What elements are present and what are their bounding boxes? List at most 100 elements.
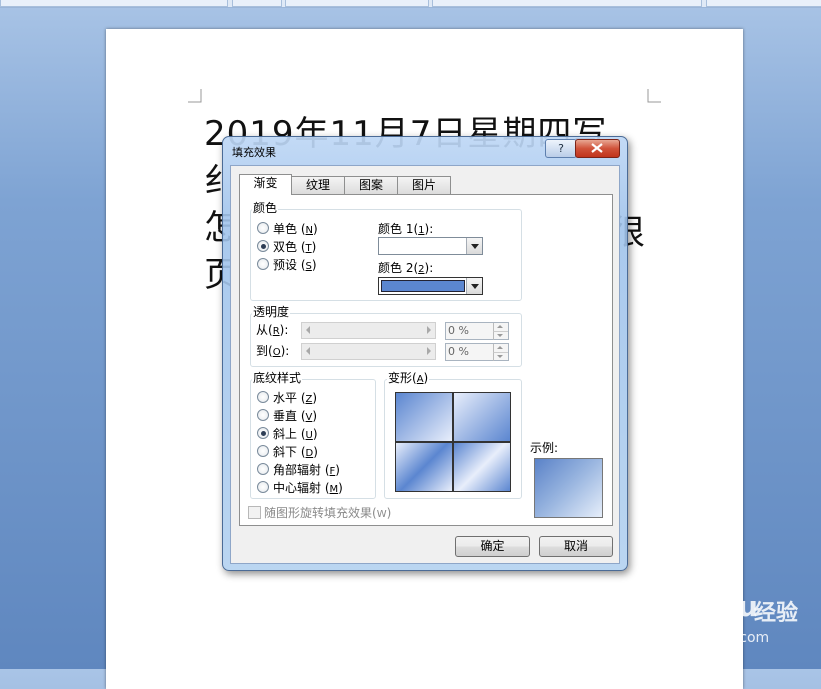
radio-dot: [257, 258, 269, 270]
shortcut-key: 2: [418, 264, 425, 275]
transparency-group-label: 透明度: [252, 303, 291, 320]
dialog-titlebar[interactable]: 填充效果 ?: [223, 137, 627, 163]
variant-1[interactable]: [395, 392, 453, 442]
color1-label-text: 颜色 1: [378, 222, 414, 236]
radio-label: 单色: [273, 222, 298, 236]
ribbon-group[interactable]: [0, 0, 228, 7]
to-label: 到(O):: [256, 344, 290, 358]
spin-down-icon[interactable]: [493, 331, 508, 340]
radio-dot: [257, 481, 269, 493]
color1-dropdown[interactable]: [378, 237, 483, 255]
ribbon-group[interactable]: [432, 0, 702, 7]
paw-icon: [690, 592, 713, 616]
color1-label: 颜色 1(1):: [378, 222, 434, 236]
shortcut-key: N: [305, 225, 313, 236]
crop-mark-top-left: [188, 89, 202, 103]
rotate-label-text: 随图形旋转填充效果: [264, 506, 373, 520]
spin-down-icon[interactable]: [493, 352, 508, 361]
watermark-brand-2: du: [718, 590, 758, 623]
cancel-button[interactable]: 取消: [539, 536, 613, 557]
radio-dot: [257, 445, 269, 457]
radio-label: 斜上: [273, 427, 298, 441]
ribbon-group[interactable]: [706, 0, 821, 7]
shortcut-key: 1: [418, 225, 425, 236]
color2-label: 颜色 2(2):: [378, 261, 434, 275]
shortcut-key: F: [329, 466, 336, 477]
tab-pattern[interactable]: 图案: [344, 176, 398, 194]
to-value: 0 %: [448, 345, 469, 358]
watermark-url: jingyan.baidu.com: [640, 630, 770, 646]
variant-2[interactable]: [453, 392, 511, 442]
to-spinner[interactable]: 0 %: [445, 343, 509, 361]
to-slider[interactable]: [301, 343, 436, 360]
from-spinner[interactable]: 0 %: [445, 322, 509, 340]
radio-label: 垂直: [273, 409, 298, 423]
baidu-watermark: Bai du 经验 jingyan.baidu.com: [630, 580, 810, 650]
radio-label: 预设: [273, 258, 298, 272]
radio-dot: [257, 391, 269, 403]
ribbon-group[interactable]: [285, 0, 429, 7]
arrow-right-icon[interactable]: [427, 347, 431, 355]
sample-preview: [534, 458, 603, 518]
radio-label: 水平: [273, 391, 298, 405]
close-button[interactable]: [575, 139, 620, 158]
close-icon: [591, 143, 603, 153]
watermark-brand: Bai: [630, 590, 680, 623]
shortcut-key: T: [305, 243, 312, 254]
radio-dot: [257, 409, 269, 421]
dialog-title: 填充效果: [232, 146, 276, 159]
variant-3[interactable]: [395, 442, 453, 492]
radio-dot: [257, 240, 269, 252]
tab-gradient[interactable]: 渐变: [239, 174, 292, 195]
shortcut-key: A: [416, 374, 424, 385]
from-slider[interactable]: [301, 322, 436, 339]
rotate-with-shape-label: 随图形旋转填充效果(W): [264, 506, 392, 520]
arrow-left-icon[interactable]: [306, 347, 310, 355]
shortcut-key: D: [305, 448, 314, 459]
tab-picture[interactable]: 图片: [397, 176, 451, 194]
shortcut-key: U: [305, 430, 313, 441]
ribbon-group[interactable]: [232, 0, 282, 7]
color2-dropdown[interactable]: [378, 277, 483, 295]
radio-label: 双色: [273, 240, 298, 254]
radio-label: 斜下: [273, 445, 298, 459]
dialog-client: 渐变 纹理 图案 图片 颜色 单色 (N) 双色 (T) 预设 (S) 颜色 1…: [230, 165, 620, 564]
sample-label: 示例:: [530, 441, 559, 455]
gradient-panel: 颜色 单色 (N) 双色 (T) 预设 (S) 颜色 1(1): 颜色 2(2)…: [239, 194, 613, 526]
shortcut-key: W: [376, 509, 387, 520]
radio-dot: [257, 463, 269, 475]
fill-effects-dialog[interactable]: 填充效果 ? 渐变 纹理 图案 图片 颜色 单色 (N) 双色 (T) 预设 (…: [222, 136, 628, 571]
from-value: 0 %: [448, 324, 469, 337]
shortcut-key: Z: [305, 394, 313, 405]
help-button[interactable]: ?: [545, 139, 577, 158]
variants-label-text: 变形: [388, 371, 413, 385]
variants-label: 变形(A): [387, 369, 430, 386]
tab-texture[interactable]: 纹理: [291, 176, 345, 194]
shortcut-key: R: [272, 326, 280, 337]
watermark-brand-cn: 经验: [754, 601, 799, 626]
color2-label-text: 颜色 2: [378, 261, 414, 275]
from-label-text: 从: [256, 323, 269, 337]
crop-mark-top-right: [647, 89, 661, 103]
color1-swatch: [381, 240, 465, 252]
shortcut-key: S: [305, 261, 312, 272]
shortcut-key: M: [329, 484, 339, 495]
spin-up-icon[interactable]: [493, 323, 508, 331]
arrow-right-icon[interactable]: [427, 326, 431, 334]
chevron-down-icon[interactable]: [466, 238, 482, 254]
to-label-text: 到: [256, 344, 269, 358]
radio-label: 中心辐射: [273, 481, 322, 495]
from-label: 从(R):: [256, 323, 289, 337]
shortcut-key: O: [272, 347, 281, 358]
shading-styles-label: 底纹样式: [252, 369, 303, 386]
radio-label: 角部辐射: [273, 463, 322, 477]
variant-4[interactable]: [453, 442, 511, 492]
chevron-down-icon[interactable]: [466, 278, 482, 294]
spin-up-icon[interactable]: [493, 344, 508, 352]
shortcut-key: V: [305, 412, 313, 423]
colors-group-label: 颜色: [252, 199, 279, 216]
rotate-with-shape-checkbox[interactable]: [248, 506, 261, 519]
ok-button[interactable]: 确定: [455, 536, 530, 557]
radio-dot: [257, 427, 269, 439]
arrow-left-icon[interactable]: [306, 326, 310, 334]
